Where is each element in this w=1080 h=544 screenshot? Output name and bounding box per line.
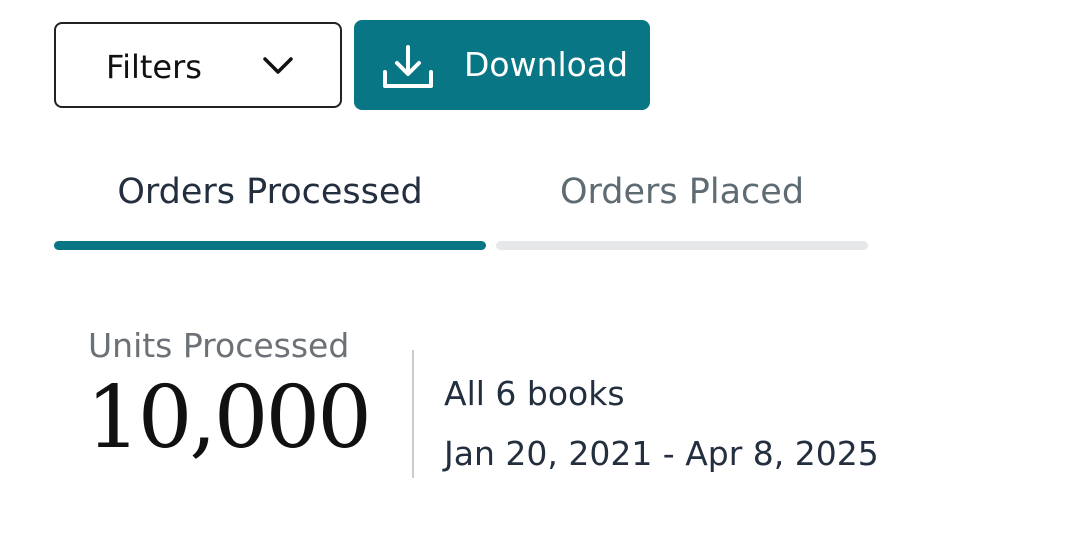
units-processed-value: 10,000 [86,368,372,468]
units-processed-label: Units Processed [88,326,350,365]
tab-orders-placed[interactable]: Orders Placed [496,160,868,255]
download-icon [383,45,433,88]
books-scope: All 6 books [444,374,625,413]
filters-dropdown[interactable]: Filters [54,22,342,108]
vertical-divider [412,350,414,478]
chevron-down-icon [263,57,293,74]
tab-inactive-indicator [496,241,868,250]
download-button[interactable]: Download [354,20,650,110]
tab-label: Orders Processed [117,172,423,212]
orders-report-page: Filters Download Orders Processed Orders… [0,0,1080,544]
filters-label: Filters [106,48,202,86]
tab-active-indicator [54,241,486,250]
tab-orders-processed[interactable]: Orders Processed [54,160,486,255]
date-range: Jan 20, 2021 - Apr 8, 2025 [444,434,879,473]
download-label: Download [464,45,629,84]
tab-label: Orders Placed [559,172,805,212]
